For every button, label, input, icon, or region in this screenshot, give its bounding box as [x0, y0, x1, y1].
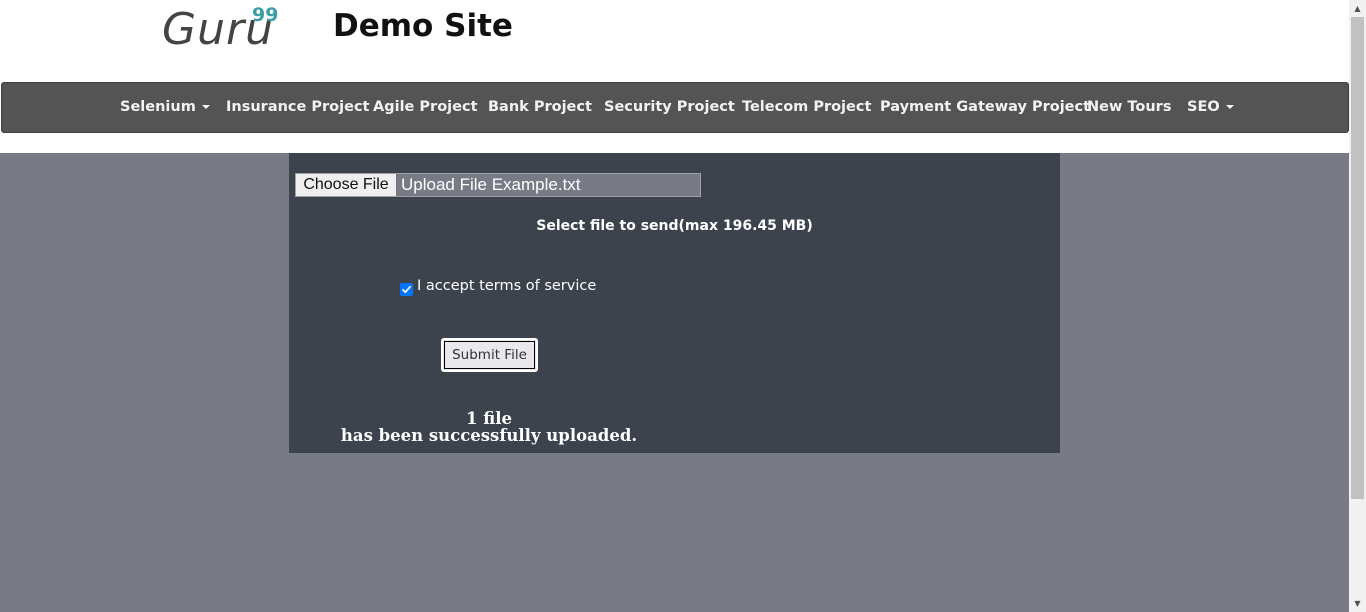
guru99-logo[interactable]: Guru 99	[162, 4, 278, 55]
scrollbar-thumb[interactable]	[1351, 17, 1364, 499]
checkmark-icon	[402, 285, 411, 294]
nav-item-label: SEO	[1187, 99, 1220, 115]
upload-panel: Choose File Upload File Example.txt Sele…	[289, 153, 1060, 453]
scroll-up-icon[interactable]: ▲	[1349, 0, 1366, 17]
choose-file-button[interactable]: Choose File	[296, 174, 397, 196]
main-navbar: Selenium Insurance Project Agile Project…	[1, 82, 1349, 133]
nav-item-payment-gateway-project[interactable]: Payment Gateway Project	[880, 83, 1090, 132]
nav-item-label: Bank Project	[488, 99, 592, 115]
nav-item-security-project[interactable]: Security Project	[604, 83, 735, 132]
terms-label[interactable]: I accept terms of service	[417, 278, 596, 294]
logo-superscript: 99	[252, 4, 279, 26]
nav-item-telecom-project[interactable]: Telecom Project	[742, 83, 871, 132]
nav-item-new-tours[interactable]: New Tours	[1087, 83, 1171, 132]
nav-item-selenium[interactable]: Selenium	[120, 83, 210, 132]
nav-item-insurance-project[interactable]: Insurance Project	[226, 83, 369, 132]
nav-item-label: Telecom Project	[742, 99, 872, 115]
nav-item-seo[interactable]: SEO	[1187, 83, 1234, 132]
nav-item-agile-project[interactable]: Agile Project	[373, 83, 478, 132]
selected-file-name: Upload File Example.txt	[401, 175, 581, 194]
result-line-count: 1 file	[466, 409, 512, 428]
nav-item-label: Insurance Project	[226, 99, 370, 115]
caret-down-icon	[1225, 105, 1234, 109]
scroll-down-icon[interactable]: ▼	[1349, 595, 1366, 612]
nav-item-label: New Tours	[1087, 99, 1172, 115]
site-title: Demo Site	[333, 8, 513, 44]
nav-item-label: Payment Gateway Project	[880, 99, 1091, 115]
upload-size-hint: Select file to send(max 196.45 MB)	[536, 218, 813, 234]
nav-item-label: Selenium	[120, 99, 196, 115]
result-line-status: has been successfully uploaded.	[340, 426, 638, 445]
vertical-scrollbar[interactable]: ▲ ▼	[1349, 0, 1366, 612]
upload-result-message: 1 file has been successfully uploaded.	[289, 410, 689, 444]
submit-file-button[interactable]: Submit File	[441, 338, 538, 372]
caret-down-icon	[201, 105, 210, 109]
nav-item-label: Agile Project	[373, 99, 478, 115]
terms-checkbox[interactable]	[400, 283, 413, 296]
nav-item-bank-project[interactable]: Bank Project	[488, 83, 592, 132]
file-input[interactable]: Choose File Upload File Example.txt	[295, 173, 701, 197]
nav-item-label: Security Project	[604, 99, 735, 115]
